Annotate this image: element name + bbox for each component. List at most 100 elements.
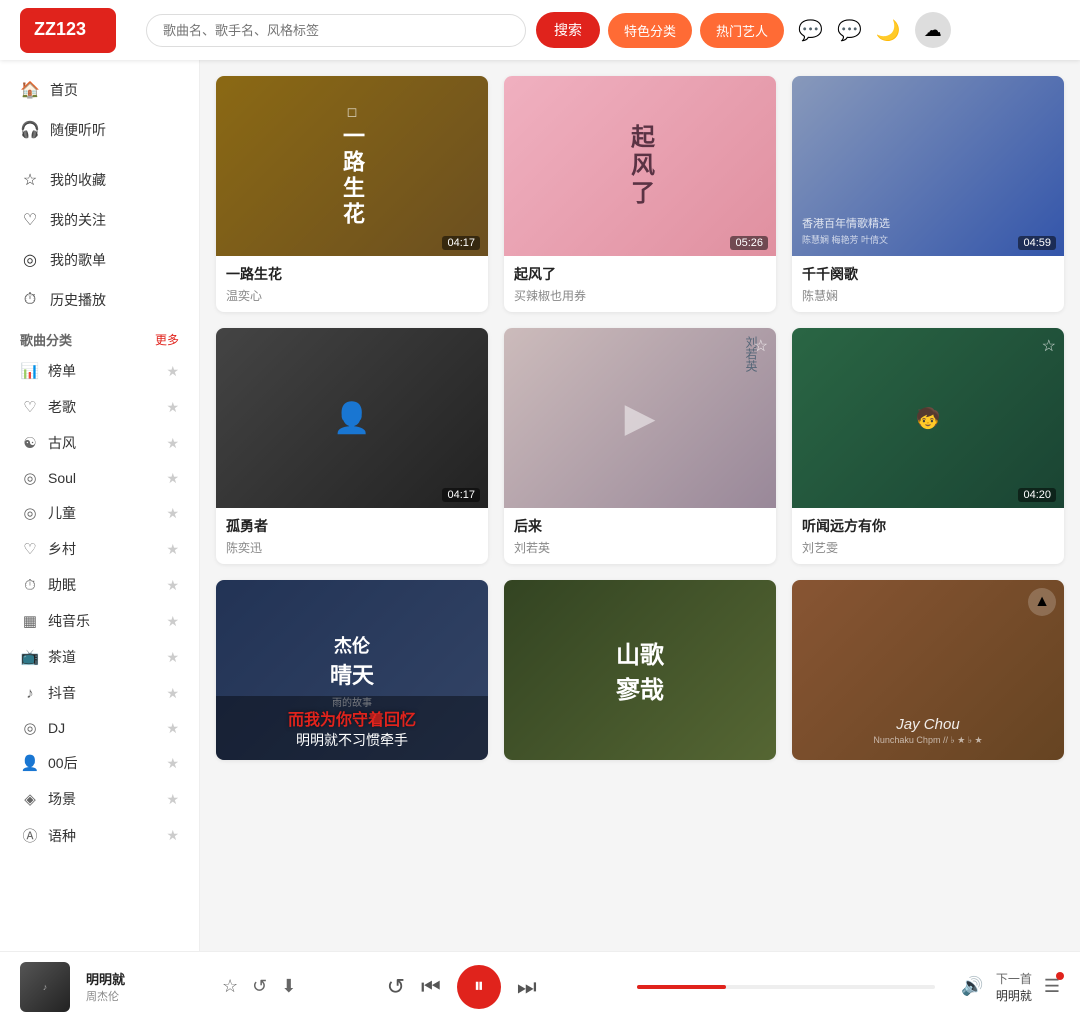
gufeng-icon: ☯ — [20, 434, 40, 452]
refresh-icon[interactable]: ↺ — [252, 976, 267, 997]
music-card-9[interactable]: Jay Chou Nunchaku Chpm // ♭ ★ ♭ ★ ▲ 明明就 — [792, 580, 1064, 760]
sidebar-item-chart[interactable]: 📊 榜单 ★ — [0, 353, 199, 389]
instrumental-star-icon[interactable]: ★ — [166, 613, 179, 630]
music-card-3[interactable]: 香港百年情歌精选 陈慧娴 梅艳芳 叶倩文 04:59 千千阕歌 陈慧娴 — [792, 76, 1064, 312]
music-card-2[interactable]: 起风了 05:26 起风了 买辣椒也用券 — [504, 76, 776, 312]
song-title-1: 一路生花 — [226, 264, 478, 284]
tea-star-icon[interactable]: ★ — [166, 649, 179, 666]
category-dj-label: DJ — [48, 720, 65, 736]
loop-icon[interactable]: ↺ — [387, 974, 405, 1000]
dj-icon: ◎ — [20, 719, 40, 737]
sidebar-item-country[interactable]: ♡ 乡村 ★ — [0, 531, 199, 567]
playlist-badge[interactable]: ☰ — [1044, 976, 1060, 997]
lyrics-line2: 明明就不习惯牵手 — [226, 730, 478, 750]
sidebar-item-douyin[interactable]: ♪ 抖音 ★ — [0, 675, 199, 711]
like-icon[interactable]: ☆ — [222, 976, 238, 997]
sidebar-item-history[interactable]: ⏱ 历史播放 — [0, 280, 199, 320]
download-icon[interactable]: ⬇ — [281, 976, 296, 997]
music-card-5[interactable]: ▶ 刘若英 ☆ 后来 刘若英 — [504, 328, 776, 564]
hot-artist-button[interactable]: 热门艺人 — [700, 13, 784, 48]
player-info: 明明就 周杰伦 — [86, 969, 206, 1004]
music-card-7[interactable]: 杰伦 晴天 雨的故事 而我为你守着回忆 明明就不习惯牵手 晴天 周杰伦 — [216, 580, 488, 760]
sidebar-item-00s[interactable]: 👤 00后 ★ — [0, 745, 199, 781]
header: ZZ123 搜索 特色分类 热门艺人 💬 💬 🌙 ☁ — [0, 0, 1080, 60]
sleep-star-icon[interactable]: ★ — [166, 577, 179, 594]
feature-category-button[interactable]: 特色分类 — [608, 13, 692, 48]
oldies-star-icon[interactable]: ★ — [166, 399, 179, 416]
sidebar-item-playlist[interactable]: ◎ 我的歌单 — [0, 240, 199, 280]
sidebar-item-collection[interactable]: ☆ 我的收藏 — [0, 160, 199, 200]
music-thumb-4: 👤 04:17 — [216, 328, 488, 508]
message-icon[interactable]: 💬 — [837, 18, 862, 43]
category-00s-label: 00后 — [48, 753, 78, 773]
star-icon-6[interactable]: ☆ — [1042, 336, 1056, 356]
music-card-1[interactable]: ◻ 一路生花 04:17 一路生花 温奕心 — [216, 76, 488, 312]
children-star-icon[interactable]: ★ — [166, 505, 179, 522]
heart-outline-icon: ♡ — [20, 210, 40, 230]
music-card-8[interactable]: 山歌 寥哉 山歌寥哉 — [504, 580, 776, 760]
play-pause-button[interactable]: ⏸ — [457, 965, 501, 1009]
category-language-label: 语种 — [48, 826, 76, 846]
header-buttons: 搜索 特色分类 热门艺人 — [536, 12, 784, 48]
progress-bar[interactable] — [637, 985, 936, 989]
category-oldies-label: 老歌 — [48, 397, 76, 417]
chart-star-icon[interactable]: ★ — [166, 363, 179, 380]
sidebar-item-gufeng[interactable]: ☯ 古风 ★ — [0, 425, 199, 461]
logo-text: ZZ123 — [20, 8, 116, 53]
song-title-6: 听闻远方有你 — [802, 516, 1054, 536]
children-icon: ◎ — [20, 504, 40, 522]
sidebar-item-sleep[interactable]: ⏱ 助眠 ★ — [0, 567, 199, 603]
song-artist-1: 温奕心 — [226, 287, 478, 304]
sidebar-item-language[interactable]: Ⓐ 语种 ★ — [0, 817, 199, 854]
search-input[interactable] — [146, 14, 526, 47]
sidebar-item-scene[interactable]: ◈ 场景 ★ — [0, 781, 199, 817]
music-card-4[interactable]: 👤 04:17 孤勇者 陈奕迅 — [216, 328, 488, 564]
sidebar-item-oldies[interactable]: ♡ 老歌 ★ — [0, 389, 199, 425]
gufeng-star-icon[interactable]: ★ — [166, 435, 179, 452]
main-content: ◻ 一路生花 04:17 一路生花 温奕心 起风了 — [200, 60, 1080, 951]
scene-icon: ◈ — [20, 790, 40, 808]
category-gufeng-label: 古风 — [48, 433, 76, 453]
category-more[interactable]: 更多 — [155, 331, 179, 348]
duration-badge-2: 05:26 — [730, 236, 768, 250]
avatar[interactable]: ☁ — [915, 12, 951, 48]
next-button[interactable]: ⏭ — [517, 974, 537, 1000]
sidebar-item-soul[interactable]: ◎ Soul ★ — [0, 461, 199, 495]
sidebar-item-random[interactable]: 🎧 随便听听 — [0, 110, 199, 150]
logo[interactable]: ZZ123 — [20, 8, 116, 53]
dark-mode-icon[interactable]: 🌙 — [876, 18, 901, 43]
sidebar-item-instrumental[interactable]: ▦ 纯音乐 ★ — [0, 603, 199, 639]
volume-icon[interactable]: 🔊 — [961, 976, 983, 997]
category-section-header: 歌曲分类 更多 — [0, 320, 199, 353]
star-icon-5[interactable]: ☆ — [754, 336, 768, 356]
prev-button[interactable]: ⏮ — [421, 974, 441, 1000]
player-action-icons: ☆ ↺ ⬇ — [222, 976, 296, 997]
language-star-icon[interactable]: ★ — [166, 827, 179, 844]
douyin-star-icon[interactable]: ★ — [166, 685, 179, 702]
sidebar: 🏠 首页 🎧 随便听听 ☆ 我的收藏 ♡ 我的关注 ◎ 我的歌单 ⏱ 历史播放 … — [0, 60, 200, 951]
search-bar — [146, 14, 526, 47]
headphone-icon: 🎧 — [20, 120, 40, 140]
category-douyin-label: 抖音 — [48, 683, 76, 703]
next-label: 下一首 — [996, 970, 1032, 987]
duration-badge-1: 04:17 — [442, 236, 480, 250]
category-country-label: 乡村 — [48, 539, 76, 559]
music-thumb-9: Jay Chou Nunchaku Chpm // ♭ ★ ♭ ★ ▲ — [792, 580, 1064, 760]
soul-star-icon[interactable]: ★ — [166, 470, 179, 487]
country-star-icon[interactable]: ★ — [166, 541, 179, 558]
sidebar-item-children[interactable]: ◎ 儿童 ★ — [0, 495, 199, 531]
dj-star-icon[interactable]: ★ — [166, 720, 179, 737]
sidebar-item-tea[interactable]: 📺 茶道 ★ — [0, 639, 199, 675]
music-grid: ◻ 一路生花 04:17 一路生花 温奕心 起风了 — [216, 76, 1064, 760]
scroll-up-btn[interactable]: ▲ — [1028, 588, 1056, 616]
sidebar-item-home[interactable]: 🏠 首页 — [0, 70, 199, 110]
search-button[interactable]: 搜索 — [536, 12, 600, 48]
instrumental-icon: ▦ — [20, 612, 40, 630]
scene-star-icon[interactable]: ★ — [166, 791, 179, 808]
sidebar-item-follow[interactable]: ♡ 我的关注 — [0, 200, 199, 240]
song-artist-2: 买辣椒也用券 — [514, 287, 766, 304]
music-card-6[interactable]: 🧒 ☆ 04:20 听闻远方有你 刘艺雯 — [792, 328, 1064, 564]
sidebar-item-dj[interactable]: ◎ DJ ★ — [0, 711, 199, 745]
wechat-icon[interactable]: 💬 — [798, 18, 823, 43]
00s-star-icon[interactable]: ★ — [166, 755, 179, 772]
